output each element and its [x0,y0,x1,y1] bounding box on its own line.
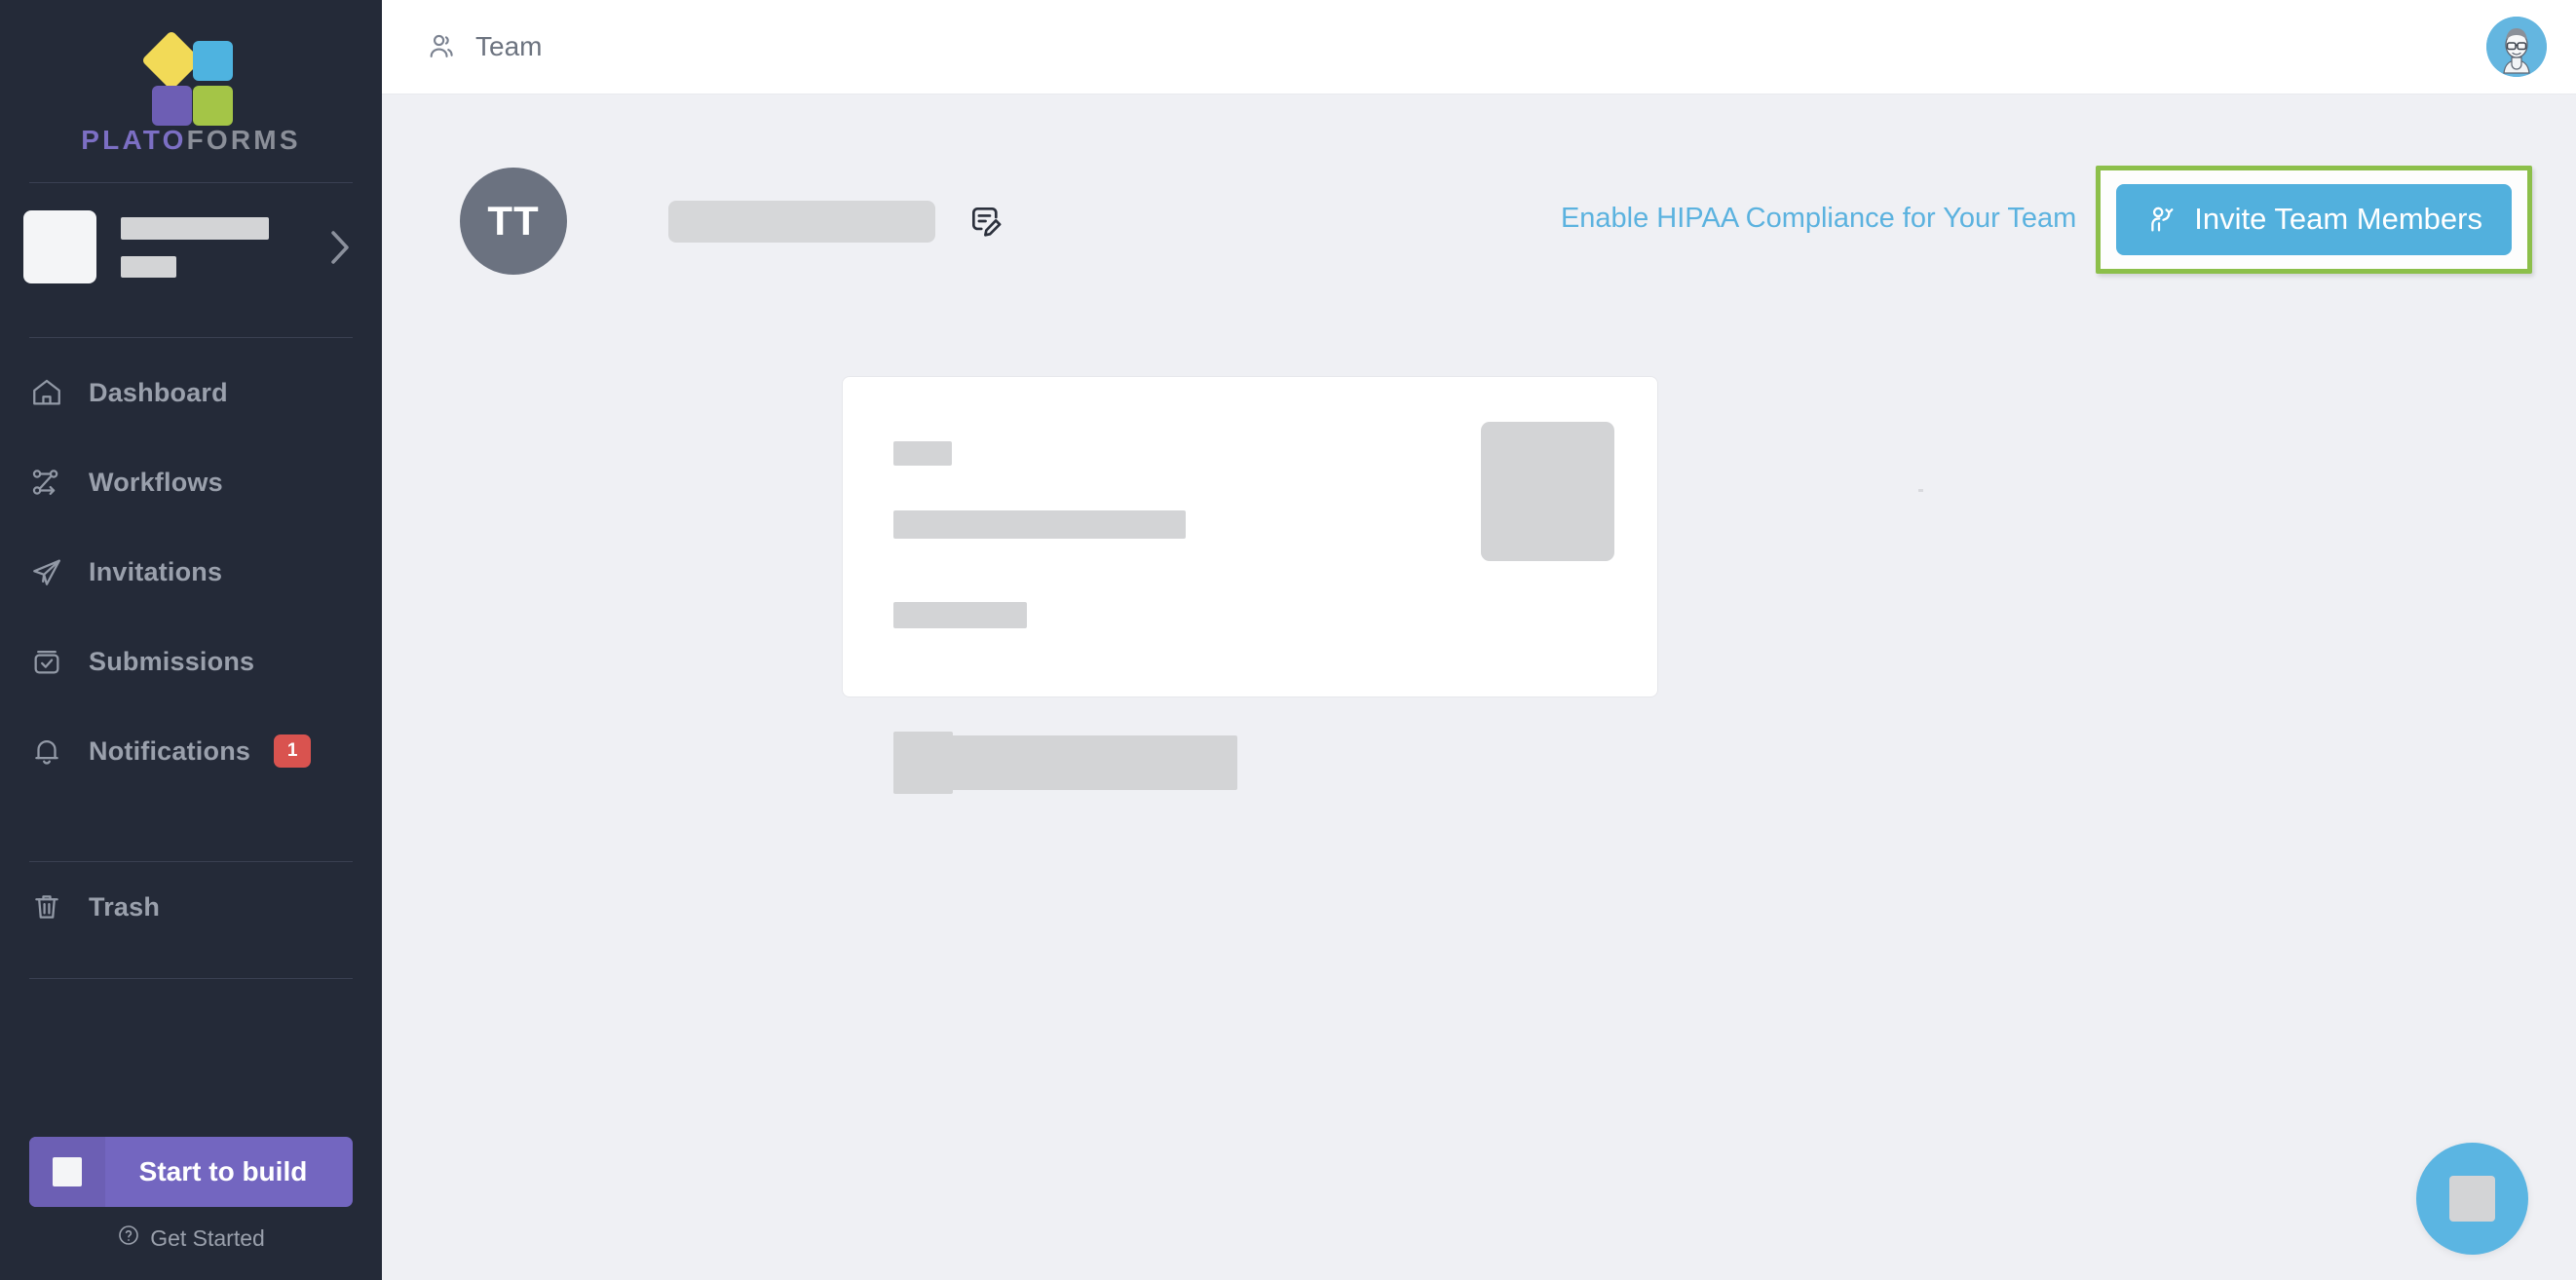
skeleton-line [893,602,1027,628]
workspace-avatar [23,210,96,283]
sidebar-item-label: Submissions [89,646,255,676]
workspace-sub-skeleton [121,255,176,278]
hipaa-compliance-link[interactable]: Enable HIPAA Compliance for Your Team [1561,203,2076,235]
sidebar-nav: Dashboard Workflows Invitations Submissi… [0,338,382,979]
sidebar-item-label: Workflows [89,467,223,497]
logo-square-blue [193,41,233,81]
sidebar-footer: Start to build Get Started [0,1137,382,1280]
invite-button-highlight: Invite Team Members [2096,165,2532,274]
team-member-card-skeleton [842,376,1658,794]
topbar: Team [382,0,2576,94]
page-title: Team [475,31,543,61]
sidebar-item-submissions[interactable]: Submissions [0,617,382,706]
skeleton-line [893,441,952,466]
breadcrumb: Team [426,30,542,63]
sidebar-item-trash[interactable]: Trash [0,862,382,952]
main-area: Team TT Enable HIPAA Compliance for Your… [382,0,2576,1280]
workflow-icon [29,465,64,500]
chat-widget-button[interactable] [2416,1143,2528,1255]
invite-team-members-button[interactable]: Invite Team Members [2116,183,2512,255]
start-to-build-label: Start to build [138,1156,308,1186]
question-circle-icon [117,1224,150,1253]
team-avatar-initials: TT [460,168,567,275]
paper-plane-icon [29,554,64,589]
sidebar-item-dashboard[interactable]: Dashboard [0,348,382,437]
invite-team-members-label: Invite Team Members [2194,202,2482,236]
plus-placeholder-icon [29,1137,105,1207]
brand-wordmark: PLATOFORMS [81,125,300,156]
get-started-label: Get Started [150,1224,265,1251]
sidebar-item-invitations[interactable]: Invitations [0,527,382,617]
sidebar-item-label: Invitations [89,556,223,586]
logo-square-purple [152,86,192,126]
start-to-build-button[interactable]: Start to build [29,1137,353,1207]
user-avatar-glasses-icon [2486,17,2547,77]
edit-document-icon[interactable] [967,203,1004,240]
chevron-right-icon[interactable] [327,229,353,266]
sidebar-divider-bottom [29,978,353,979]
team-page-content: TT Enable HIPAA Compliance for Your Team [382,94,2576,1280]
team-name-skeleton [668,200,935,243]
trash-icon [29,889,64,924]
app-root: PLATOFORMS Dashboard Workflows Invitatio… [0,0,2576,1280]
get-started-link[interactable]: Get Started [29,1224,353,1253]
workspace-name-skeleton [121,216,269,240]
sidebar-item-label: Dashboard [89,377,228,407]
skeleton-line [893,510,1186,539]
team-users-icon [426,30,459,63]
decorative-dot [1918,489,1923,492]
chat-widget-placeholder-icon [2449,1176,2495,1222]
brand-wordmark-plato: PLATO [81,125,187,155]
sidebar-item-notifications[interactable]: Notifications 1 [0,706,382,796]
bell-icon [29,734,64,769]
brand-logo[interactable]: PLATOFORMS [0,0,382,156]
sidebar-item-label: Notifications [89,735,251,766]
brand-wordmark-forms: FORMS [186,125,301,155]
logo-mark-icon [140,29,238,126]
sidebar-item-label: Trash [89,891,161,922]
placeholder-square-icon [53,1157,82,1186]
skeleton-block [893,732,953,794]
sidebar-item-workflows[interactable]: Workflows [0,437,382,527]
skeleton-thumbnail [1481,422,1614,561]
invite-person-icon [2145,203,2178,236]
home-icon [29,375,64,410]
skeleton-line [948,735,1237,790]
logo-square-green [193,86,233,126]
team-header: TT Enable HIPAA Compliance for Your Team [382,94,2576,275]
avatar[interactable] [2486,17,2547,77]
status-badge: 1 [274,734,312,768]
sidebar: PLATOFORMS Dashboard Workflows Invitatio… [0,0,382,1280]
inbox-check-icon [29,644,64,679]
workspace-switcher[interactable] [0,183,382,311]
workspace-labels [121,216,327,278]
